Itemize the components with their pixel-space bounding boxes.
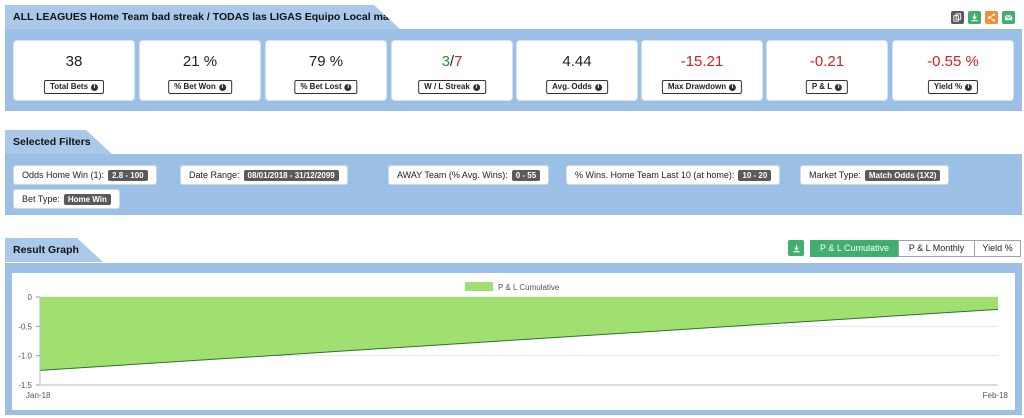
info-icon: i [835,83,843,91]
chart-container: 0 -0.5 -1.0 -1.5 Jan-18 Feb-18 P & L Cumulativ… [12,273,1015,410]
share-button[interactable] [985,11,998,24]
info-icon: i [344,83,352,91]
stat-value: -0.55 % [927,53,979,70]
stat-label[interactable]: Avg. Odds i [546,80,608,94]
stat-card-avg-odds: 4.44 Avg. Odds i [516,40,638,101]
stat-value: -0.21 [809,53,845,70]
filter-value: 0 - 55 [511,169,541,181]
stat-value: 21 % [182,53,218,70]
filter-date-range[interactable]: Date Range: 08/01/2018 - 31/12/2099 [180,165,348,185]
y-tick-label: -0.5 [18,322,32,331]
stat-card-bet-won: 21 % % Bet Won i [139,40,261,101]
series-area [40,297,998,371]
stat-value: 38 [65,53,83,70]
graph-download-button[interactable] [788,240,804,256]
filter-value: 2.8 - 100 [108,169,148,181]
info-icon: i [965,83,973,91]
stat-label[interactable]: W / L Streak i [418,80,486,94]
tab-pnl-cumulative[interactable]: P & L Cumulative [810,240,899,257]
copy-icon [953,13,962,22]
stat-label[interactable]: Total Bets i [43,80,105,94]
stat-card-max-drawdown: -15.21 Max Drawdown i [641,40,763,101]
share-icon [987,13,996,22]
stat-label[interactable]: P & Li [805,80,849,94]
stat-label[interactable]: % Bet Won i [168,80,232,94]
win-streak-value: 3 [441,53,450,70]
stat-card-total-bets: 38 Total Bets i [13,40,135,101]
info-icon: i [729,83,737,91]
tab-yield[interactable]: Yield % [974,240,1021,257]
filters-title: Selected Filters [13,136,91,148]
download-icon [792,244,800,252]
copy-button[interactable] [951,11,964,24]
pnl-cumulative-chart: 0 -0.5 -1.0 -1.5Jan-18 Feb-18 P & L Cumulativ… [18,282,1009,400]
filter-odds-home-win[interactable]: Odds Home Win (1): 2.8 - 100 [13,165,157,185]
filter-home-team-last10[interactable]: % Wins. Home Team Last 10 (at home): 10 -… [566,165,781,185]
x-tick-label: Jan-18 [26,391,51,400]
y-tick-label: 0 [28,293,33,302]
filters-section-tab: Selected Filters [5,130,112,154]
legend-swatch [465,282,493,291]
stat-label[interactable]: Max Drawdown i [661,80,743,94]
stat-card-yield: -0.55 % Yield % i [892,40,1014,101]
stat-value: 4.44 [562,53,592,70]
stat-card-pnl: -0.21 P & Li [766,40,888,101]
info-icon: i [218,83,226,91]
loss-streak-value: 7 [454,53,463,70]
legend-label: P & L Cumulative [498,283,560,292]
info-icon: i [472,83,480,91]
filter-value: 08/01/2018 - 31/12/2099 [243,169,339,181]
filter-value: 10 - 20 [738,169,772,181]
stat-card-bet-lost: 79 % % Bet Lost i [265,40,387,101]
stat-value: 3/7 [392,53,512,70]
y-tick-label: -1.5 [18,381,32,390]
info-icon: i [91,83,99,91]
filter-value: Match Odds (1X2) [864,169,941,181]
filter-bet-type[interactable]: Bet Type: Home Win [13,189,120,209]
email-button[interactable] [1002,11,1015,24]
tab-pnl-monthly[interactable]: P & L Monthly [898,240,975,257]
stat-label[interactable]: Yield % i [927,80,979,94]
download-icon [971,13,978,22]
info-icon: i [594,83,602,91]
graph-section-tab: Result Graph [5,238,103,262]
filter-value: Home Win [63,193,111,205]
stat-value: -15.21 [680,53,724,70]
y-tick-label: -1.0 [18,352,32,361]
stat-label[interactable]: % Bet Lost i [294,80,358,94]
stat-card-wl-streak: 3/7 W / L Streak i [391,40,513,101]
download-button[interactable] [968,11,981,24]
email-icon [1004,14,1013,21]
x-tick-label: Feb-18 [983,391,1009,400]
filter-market-type[interactable]: Market Type: Match Odds (1X2) [800,165,950,185]
header-title-tab: ALL LEAGUES Home Team bad streak / TODAS… [5,5,400,29]
graph-title: Result Graph [13,244,79,256]
stat-value: 79 % [308,53,344,70]
filter-away-team-wins[interactable]: AWAY Team (% Avg. Wins): 0 - 55 [388,165,550,185]
